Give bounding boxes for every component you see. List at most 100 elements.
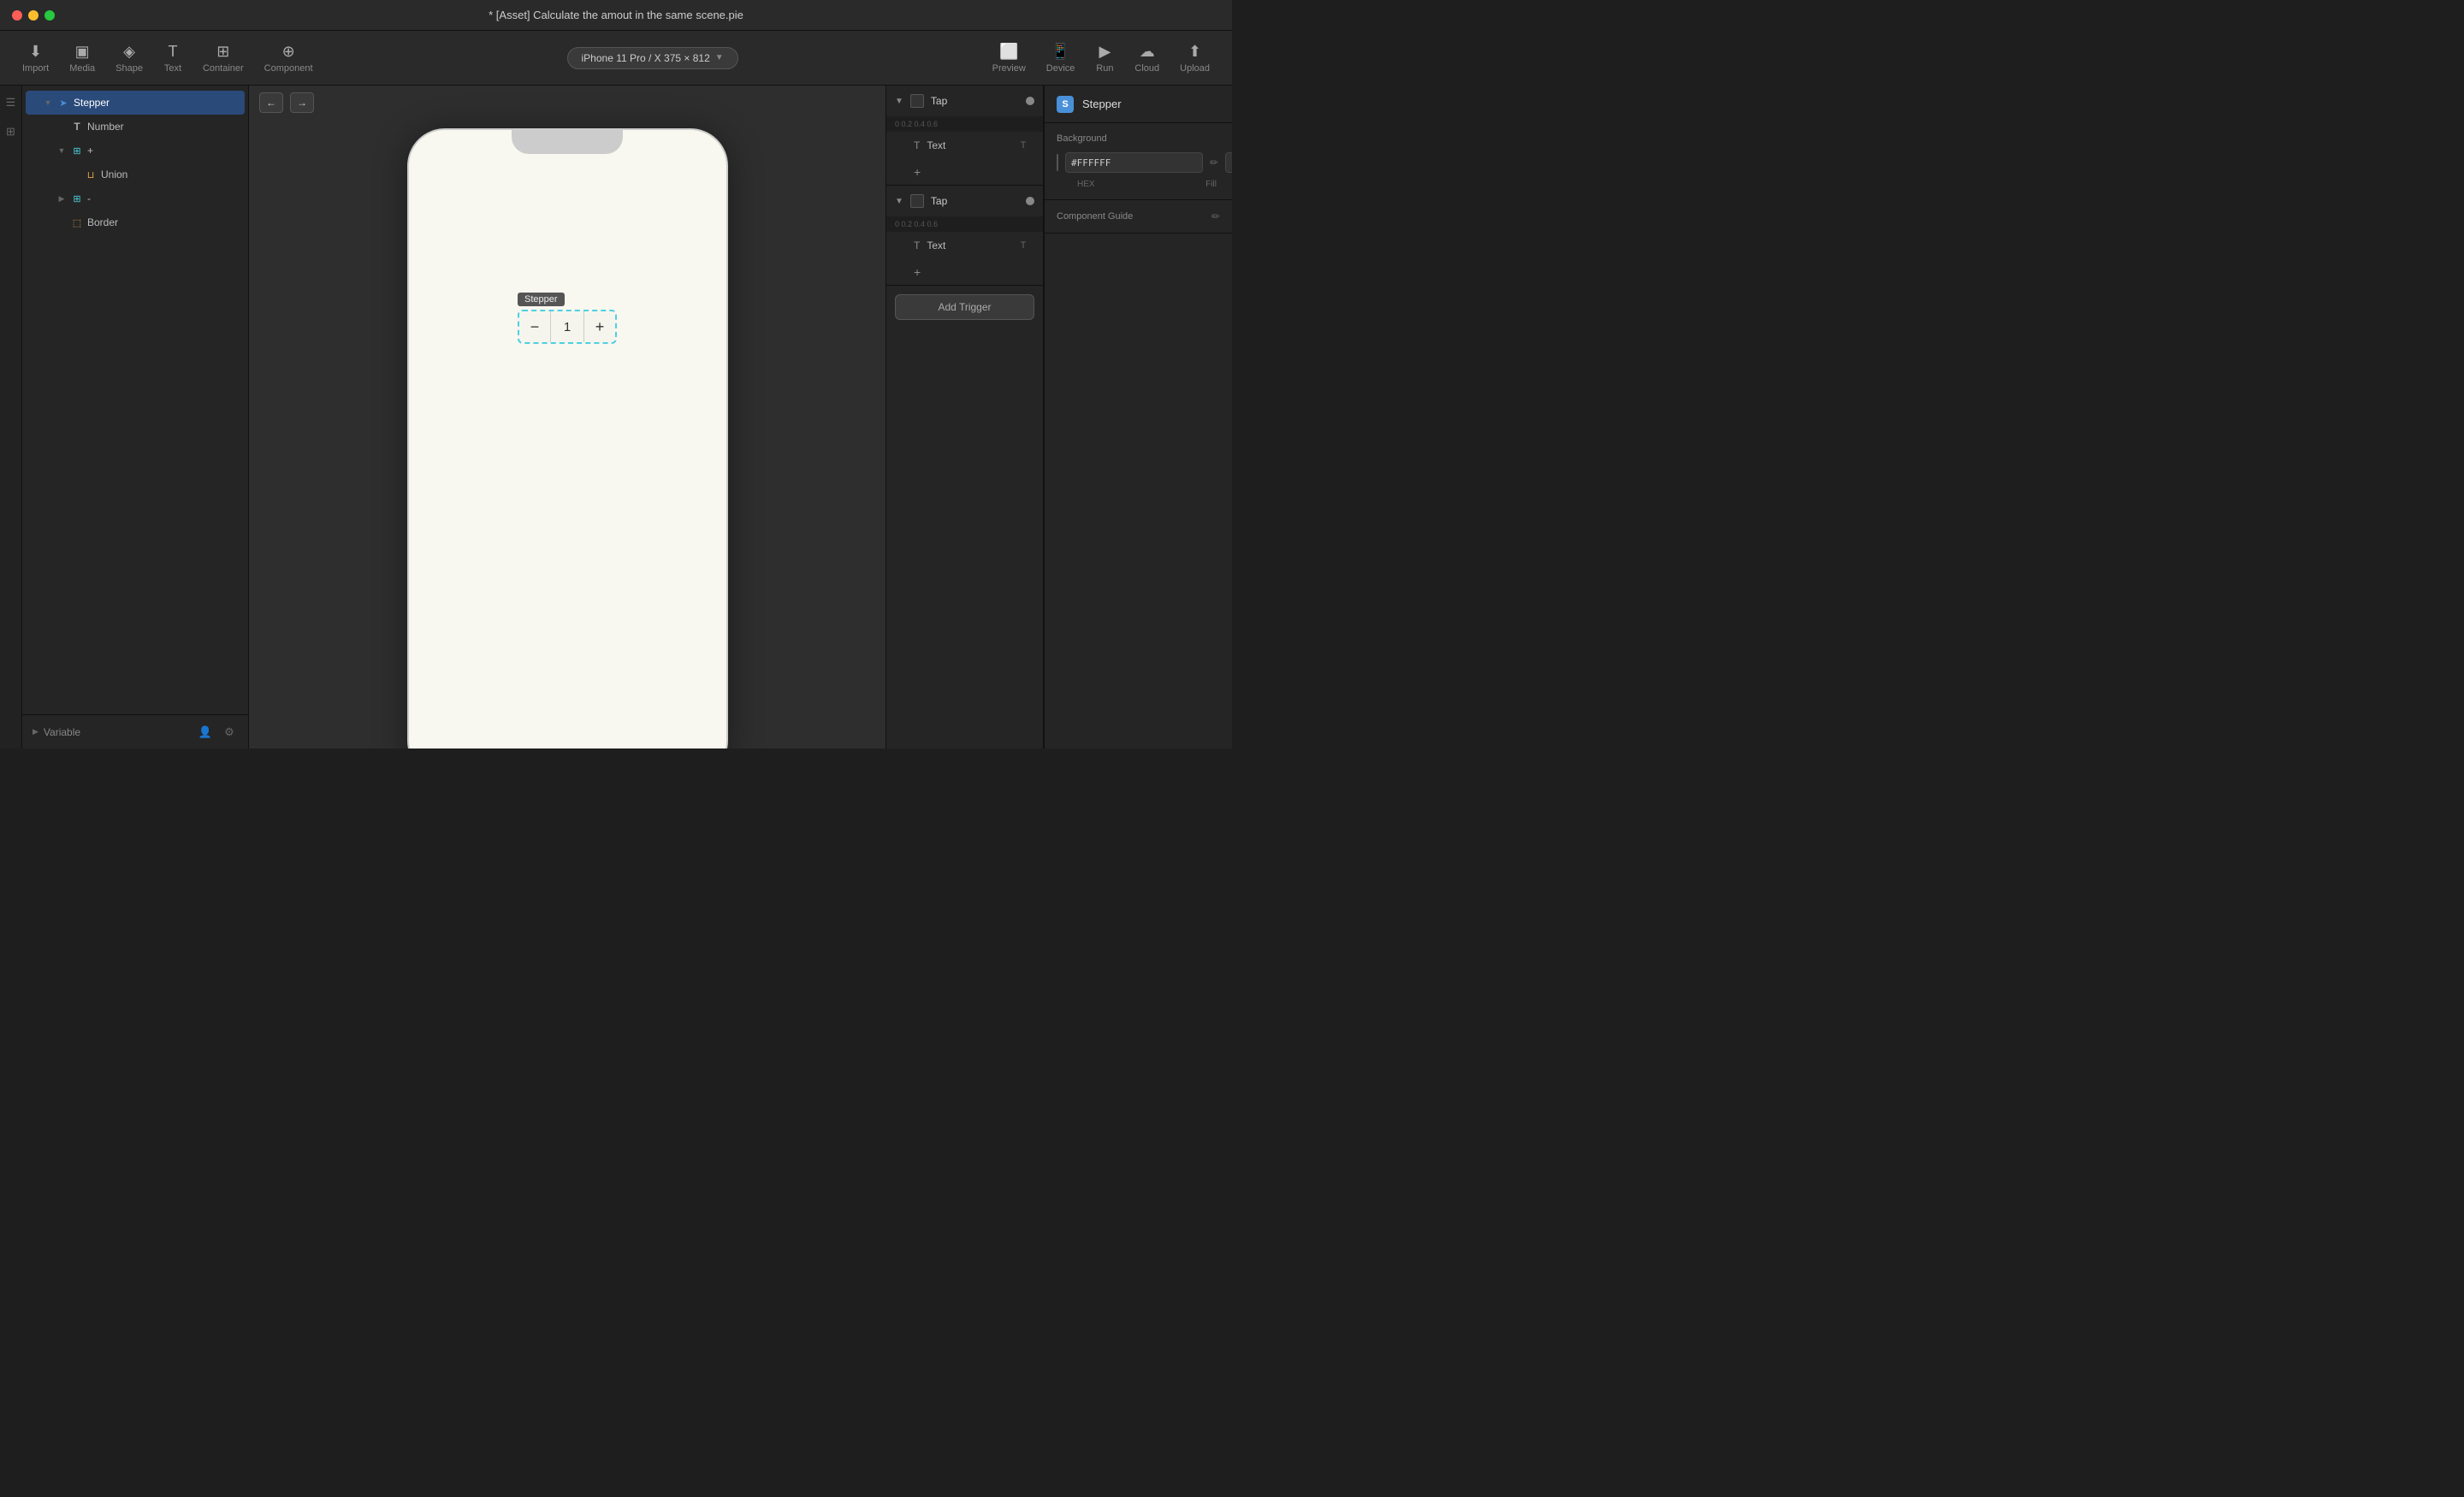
- container-button[interactable]: ⊞ Container: [194, 37, 252, 79]
- add-plus-icon-1: +: [914, 165, 921, 179]
- device-label: Device: [1046, 63, 1075, 74]
- props-icon-letter: S: [1062, 99, 1068, 109]
- component-guide-row: Component Guide ✏: [1057, 210, 1220, 222]
- close-button[interactable]: [12, 10, 22, 21]
- trigger-section-1: ▼ Tap 0 0.2 0.4 0.6 T Text T +: [886, 86, 1043, 186]
- device-icon: 📱: [1051, 42, 1070, 61]
- layer-item-plus-group[interactable]: ▼ ⊞ +: [26, 139, 245, 163]
- ruler-2: 0 0.2 0.4 0.6: [886, 216, 1043, 232]
- trigger-panel: ▼ Tap 0 0.2 0.4 0.6 T Text T + ▼ T: [886, 86, 1044, 748]
- variable-section[interactable]: ▶ Variable: [33, 726, 80, 738]
- stepper-control: − 1 +: [518, 310, 617, 344]
- shape-button[interactable]: ◈ Shape: [107, 37, 151, 79]
- canvas-content[interactable]: Stepper − 1 +: [249, 120, 886, 748]
- layer-item-stepper[interactable]: ▼ ➤ Stepper: [26, 91, 245, 115]
- window-title: * [Asset] Calculate the amout in the sam…: [489, 9, 743, 21]
- upload-button[interactable]: ⬆ Upload: [1171, 37, 1218, 79]
- edit-icon[interactable]: ✏: [1210, 157, 1218, 169]
- layer-item-number[interactable]: ▼ T Number: [26, 115, 245, 139]
- canvas-toolbar: ← →: [249, 86, 886, 120]
- forward-button[interactable]: →: [290, 92, 314, 113]
- component-guide-edit-icon[interactable]: ✏: [1211, 210, 1220, 222]
- ruler-marks-2: 0 0.2 0.4 0.6: [895, 220, 938, 228]
- props-title: Stepper: [1082, 98, 1122, 110]
- union-layer-icon: ⊔: [84, 168, 98, 181]
- window-controls[interactable]: [12, 10, 55, 21]
- chevron-right-icon: ▶: [33, 727, 38, 737]
- stepper-widget: Stepper − 1 +: [518, 293, 617, 344]
- upload-label: Upload: [1180, 63, 1210, 74]
- component-label: Component: [264, 63, 313, 74]
- device-button[interactable]: 📱 Device: [1038, 37, 1084, 79]
- text-button[interactable]: T Text: [155, 37, 191, 79]
- assets-icon[interactable]: ⊞: [3, 123, 20, 140]
- layer-panel-bottom: ▶ Variable 👤 ⚙: [22, 714, 248, 748]
- back-button[interactable]: ←: [259, 92, 283, 113]
- toolbar-right: ⬜ Preview 📱 Device ▶ Run ☁ Cloud ⬆ Uploa…: [984, 37, 1218, 79]
- hex-input[interactable]: [1065, 152, 1203, 173]
- tap-icon-2: [910, 194, 924, 208]
- component-button[interactable]: ⊕ Component: [256, 37, 322, 79]
- layer-tree: ▼ ➤ Stepper ▼ T Number ▼ ⊞ + ▼ ⊔ Union: [22, 86, 248, 714]
- tap-icon-1: [910, 94, 924, 108]
- text-layer-icon: T: [70, 120, 84, 133]
- trigger-header-1[interactable]: ▼ Tap: [886, 86, 1043, 116]
- layer-name-plus: +: [87, 145, 238, 157]
- media-button[interactable]: ▣ Media: [61, 37, 104, 79]
- preview-label: Preview: [992, 63, 1026, 74]
- shape-label: Shape: [116, 63, 143, 74]
- group-layer-icon: ⊞: [70, 144, 84, 157]
- component-icon: ⊕: [279, 42, 298, 61]
- trigger-name-2: Tap: [931, 195, 1019, 207]
- stepper-tag: Stepper: [518, 293, 565, 306]
- layer-item-union[interactable]: ▼ ⊔ Union: [26, 163, 245, 186]
- sublabel-row: HEX Fill: [1057, 180, 1220, 189]
- iphone-notch: [512, 130, 623, 154]
- titlebar: * [Asset] Calculate the amout in the sam…: [0, 0, 1232, 31]
- border-layer-icon: ⬚: [70, 216, 84, 229]
- media-label: Media: [69, 63, 95, 74]
- settings-icon[interactable]: ⚙: [221, 724, 238, 741]
- layer-item-border[interactable]: ▼ ⬚ Border: [26, 210, 245, 234]
- minimize-button[interactable]: [28, 10, 38, 21]
- device-selector-label: iPhone 11 Pro / X 375 × 812: [582, 52, 710, 64]
- iphone-mockup: Stepper − 1 +: [407, 128, 728, 748]
- import-button[interactable]: ⬇ Import: [14, 37, 57, 79]
- layers-icon[interactable]: ☰: [3, 94, 20, 111]
- main-area: ☰ ⊞ ▼ ➤ Stepper ▼ T Number ▼ ⊞ +: [0, 86, 1232, 748]
- background-label: Background: [1057, 133, 1220, 144]
- trigger-add-row-1[interactable]: +: [886, 159, 1043, 185]
- stepper-minus-button[interactable]: −: [519, 311, 550, 342]
- layer-name-minus: -: [87, 192, 238, 204]
- layer-name-stepper: Stepper: [74, 97, 238, 109]
- media-icon: ▣: [73, 42, 92, 61]
- component-guide-label: Component Guide: [1057, 211, 1206, 222]
- text-icon: T: [163, 42, 182, 61]
- opacity-input[interactable]: [1225, 152, 1232, 173]
- add-trigger-button[interactable]: Add Trigger: [895, 294, 1034, 320]
- trigger-row-text-1: T Text T: [886, 132, 1043, 159]
- toolbar-center: iPhone 11 Pro / X 375 × 812 ▼: [325, 47, 980, 69]
- preview-button[interactable]: ⬜ Preview: [984, 37, 1034, 79]
- color-swatch[interactable]: [1057, 154, 1058, 171]
- layer-name-number: Number: [87, 121, 238, 133]
- container-label: Container: [203, 63, 244, 74]
- color-row: ✏: [1057, 152, 1220, 173]
- user-icon[interactable]: 👤: [197, 724, 214, 741]
- shape-icon: ◈: [120, 42, 139, 61]
- maximize-button[interactable]: [44, 10, 55, 21]
- preview-icon: ⬜: [999, 42, 1018, 61]
- left-side-panel: ☰ ⊞: [0, 86, 22, 748]
- trigger-header-2[interactable]: ▼ Tap: [886, 186, 1043, 216]
- stepper-plus-button[interactable]: +: [584, 311, 615, 342]
- stepper-value: 1: [550, 311, 584, 342]
- trigger-add-row-2[interactable]: +: [886, 259, 1043, 285]
- chevron-down-icon: ▼: [56, 145, 67, 156]
- component-layer-icon: ➤: [56, 96, 70, 109]
- run-button[interactable]: ▶ Run: [1087, 37, 1122, 79]
- text-type-icon-2: T: [1017, 240, 1029, 251]
- layer-name-union: Union: [101, 169, 238, 180]
- cloud-button[interactable]: ☁ Cloud: [1126, 37, 1168, 79]
- layer-item-minus-group[interactable]: ▶ ⊞ -: [26, 186, 245, 210]
- device-selector[interactable]: iPhone 11 Pro / X 375 × 812 ▼: [567, 47, 738, 69]
